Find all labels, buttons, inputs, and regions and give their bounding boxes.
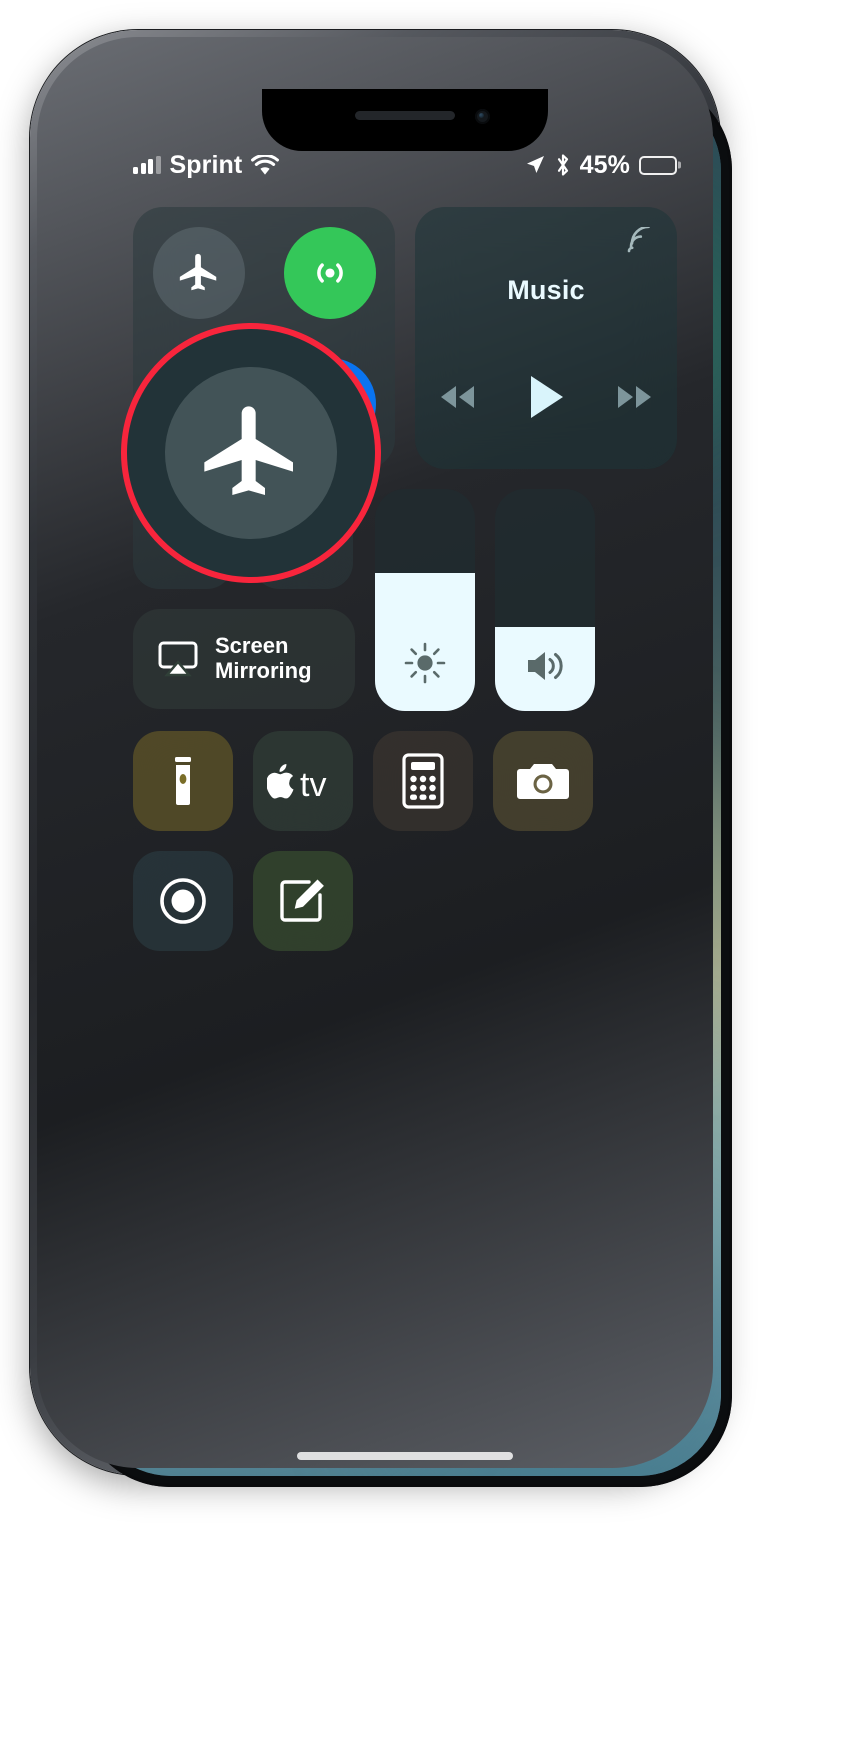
screen-recording-button[interactable] xyxy=(133,851,233,951)
home-indicator[interactable] xyxy=(297,1452,513,1460)
calculator-button[interactable] xyxy=(373,731,473,831)
power-button[interactable] xyxy=(687,390,694,506)
brightness-icon xyxy=(403,641,447,685)
location-arrow-icon xyxy=(524,154,546,176)
annotation-airplane-toggle[interactable] xyxy=(165,367,337,539)
camera-button[interactable] xyxy=(493,731,593,831)
device-frame: Sprint 45% Music Screen Mirroring tv xyxy=(30,30,732,1487)
brightness-slider[interactable] xyxy=(375,489,475,711)
control-center-row-4 xyxy=(133,851,677,951)
screen-record-icon xyxy=(156,874,210,928)
volume-icon xyxy=(523,647,567,685)
device-bezel: Sprint 45% Music Screen Mirroring tv xyxy=(78,78,732,1487)
cellular-data-icon xyxy=(309,252,351,294)
music-title: Music xyxy=(507,275,585,305)
airplane-icon xyxy=(176,250,222,296)
apple-tv-icon: tv xyxy=(267,762,339,800)
airplane-mode-toggle[interactable] xyxy=(152,226,245,319)
calculator-icon xyxy=(401,753,445,809)
rewind-icon[interactable] xyxy=(435,382,479,412)
annotation-highlight xyxy=(127,329,375,577)
carrier-label: Sprint xyxy=(169,150,243,179)
phone-screen: Sprint 45% Music Screen Mirroring tv xyxy=(89,89,721,1476)
notch xyxy=(262,89,548,151)
screen-mirroring-icon xyxy=(155,639,201,679)
control-center-row-3: tv xyxy=(133,731,677,831)
notes-icon xyxy=(277,875,329,927)
airplay-audio-icon[interactable] xyxy=(625,227,655,255)
svg-text:tv: tv xyxy=(300,766,326,800)
camera-icon xyxy=(515,758,571,804)
fast-forward-icon[interactable] xyxy=(613,382,657,412)
wifi-icon xyxy=(251,154,280,176)
notes-button[interactable] xyxy=(253,851,353,951)
cellular-signal-icon xyxy=(133,156,161,174)
volume-down-button[interactable] xyxy=(56,448,63,526)
control-center: Music Screen Mirroring tv xyxy=(133,207,677,971)
screen-mirroring-button[interactable]: Screen Mirroring xyxy=(133,609,355,709)
status-bar: Sprint 45% xyxy=(89,145,721,185)
screen-mirroring-line1: Screen xyxy=(215,633,289,659)
play-icon[interactable] xyxy=(525,373,567,421)
silent-switch[interactable] xyxy=(56,270,63,312)
front-camera xyxy=(475,109,490,124)
screen-mirroring-line2: Mirroring xyxy=(215,658,312,683)
music-widget[interactable]: Music xyxy=(415,207,677,469)
cellular-data-toggle[interactable] xyxy=(283,226,376,319)
airplane-icon xyxy=(195,397,307,509)
screen-mirroring-label: Screen Mirroring xyxy=(215,634,312,683)
battery-icon xyxy=(639,155,677,175)
flashlight-icon xyxy=(161,754,205,808)
battery-percent-label: 45% xyxy=(579,150,630,179)
apple-tv-remote-button[interactable]: tv xyxy=(253,731,353,831)
volume-slider[interactable] xyxy=(495,489,595,711)
music-transport-controls xyxy=(415,373,677,421)
annotation-circle xyxy=(127,329,375,577)
flashlight-button[interactable] xyxy=(133,731,233,831)
earpiece-speaker xyxy=(355,111,455,120)
screenshot-stage: Sprint 45% Music Screen Mirroring tv xyxy=(0,0,860,1754)
bluetooth-status-icon xyxy=(555,153,571,177)
volume-up-button[interactable] xyxy=(56,350,63,428)
